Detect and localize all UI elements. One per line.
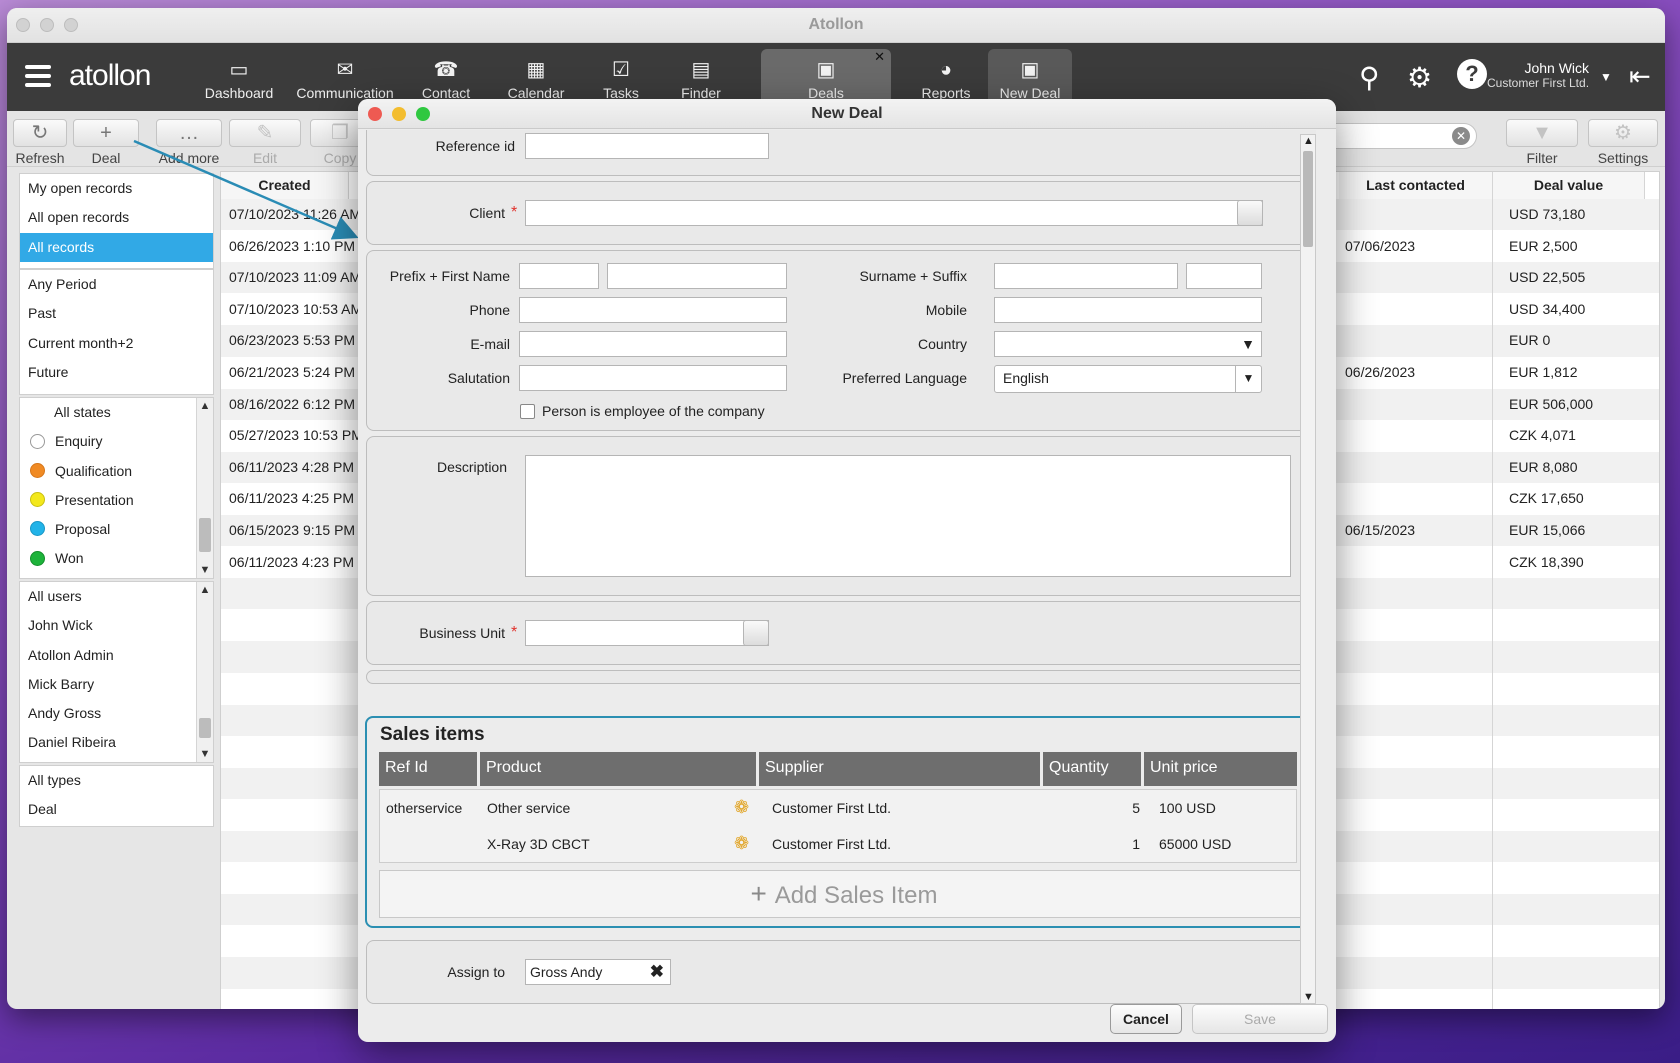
item-supplier: Customer First Ltd.: [772, 800, 892, 816]
dialog-content: Reference id Client * Prefix + First Nam…: [358, 130, 1316, 1012]
item-unit-price: 100 USD: [1159, 800, 1216, 816]
language-select[interactable]: English ▼: [994, 365, 1262, 393]
add-sales-item-label: Add Sales Item: [774, 882, 938, 909]
column-product[interactable]: Product: [480, 752, 756, 786]
chevron-down-icon: ▼: [1235, 366, 1261, 392]
dialog-title-bar: New Deal: [358, 99, 1336, 129]
reference-id-label: Reference id: [435, 138, 515, 154]
business-unit-label: Business Unit: [419, 625, 505, 641]
reference-section: Reference id: [366, 130, 1316, 176]
email-label: E-mail: [470, 336, 510, 352]
item-unit-price: 65000 USD: [1159, 836, 1232, 852]
required-icon: *: [511, 204, 518, 221]
phone-input[interactable]: [519, 297, 787, 323]
sales-items-section: Sales items Ref Id Product Supplier Quan…: [365, 716, 1316, 928]
language-value: English: [1003, 370, 1049, 386]
save-button[interactable]: Save: [1192, 1004, 1328, 1034]
assign-to-field[interactable]: Gross Andy ✖: [525, 959, 671, 985]
person-section: Prefix + First Name Surname + Suffix Pho…: [366, 250, 1316, 431]
reference-id-input[interactable]: [525, 133, 769, 159]
column-supplier[interactable]: Supplier: [759, 752, 1040, 786]
sales-items-title: Sales items: [380, 724, 485, 745]
column-unit-price[interactable]: Unit price: [1144, 752, 1297, 786]
surname-suffix-label: Surname + Suffix: [859, 268, 967, 284]
mobile-input[interactable]: [994, 297, 1262, 323]
client-label: Client: [469, 205, 505, 221]
sales-item-row[interactable]: X-Ray 3D CBCT ❁ Customer First Ltd. 1 65…: [380, 826, 1296, 862]
remove-assignee-icon[interactable]: ✖: [650, 960, 664, 984]
description-textarea[interactable]: [525, 455, 1291, 577]
new-deal-dialog: New Deal Reference id Client * Prefix + …: [358, 99, 1336, 1042]
preferred-language-label: Preferred Language: [842, 370, 967, 386]
cancel-button[interactable]: Cancel: [1110, 1004, 1182, 1034]
item-ref-id: otherservice: [386, 800, 463, 816]
column-ref-id[interactable]: Ref Id: [379, 752, 477, 786]
client-field[interactable]: [525, 200, 1263, 226]
description-section: Description: [366, 436, 1316, 596]
dialog-scrollbar[interactable]: ▲ ▼: [1300, 134, 1316, 1004]
collapsed-section: [366, 670, 1316, 684]
phone-label: Phone: [469, 302, 510, 318]
required-icon: *: [511, 624, 518, 641]
scroll-down-icon[interactable]: ▼: [1303, 991, 1314, 1003]
email-input[interactable]: [519, 331, 787, 357]
business-unit-section: Business Unit *: [366, 601, 1316, 665]
scroll-up-icon[interactable]: ▲: [1303, 135, 1314, 147]
dialog-title: New Deal: [811, 105, 883, 122]
sales-items-list: otherservice Other service ❁ Customer Fi…: [379, 789, 1297, 863]
item-quantity: 5: [1132, 800, 1140, 816]
chevron-down-icon: ▼: [1241, 336, 1255, 352]
client-section: Client *: [366, 181, 1316, 245]
salutation-label: Salutation: [447, 370, 510, 386]
country-select[interactable]: ▼: [994, 331, 1262, 357]
description-label: Description: [436, 459, 507, 475]
scroll-thumb[interactable]: [1303, 151, 1313, 247]
mobile-label: Mobile: [925, 302, 967, 318]
employee-checkbox-label: Person is employee of the company: [542, 403, 765, 419]
assignee-value: Gross Andy: [530, 964, 603, 980]
prefix-first-name-label: Prefix + First Name: [389, 268, 510, 284]
assign-section: Assign to Gross Andy ✖: [366, 940, 1316, 1004]
item-product: Other service: [487, 800, 571, 816]
suffix-input[interactable]: [1186, 263, 1262, 289]
column-quantity[interactable]: Quantity: [1043, 752, 1141, 786]
plus-icon: +: [750, 878, 775, 909]
country-label: Country: [917, 336, 967, 352]
item-supplier: Customer First Ltd.: [772, 836, 892, 852]
sales-item-row[interactable]: otherservice Other service ❁ Customer Fi…: [380, 790, 1296, 826]
client-lookup-button[interactable]: [1237, 200, 1263, 226]
item-product: X-Ray 3D CBCT: [487, 836, 590, 852]
assign-to-label: Assign to: [447, 964, 505, 980]
item-quantity: 1: [1132, 836, 1140, 852]
salutation-input[interactable]: [519, 365, 787, 391]
business-unit-field[interactable]: [525, 620, 769, 646]
employee-checkbox[interactable]: [520, 404, 535, 419]
prefix-input[interactable]: [519, 263, 599, 289]
first-name-input[interactable]: [607, 263, 787, 289]
business-unit-lookup-button[interactable]: [743, 620, 769, 646]
product-icon: ❁: [734, 833, 750, 853]
add-sales-item-button[interactable]: + Add Sales Item: [379, 870, 1309, 918]
product-icon: ❁: [734, 797, 750, 817]
surname-input[interactable]: [994, 263, 1178, 289]
